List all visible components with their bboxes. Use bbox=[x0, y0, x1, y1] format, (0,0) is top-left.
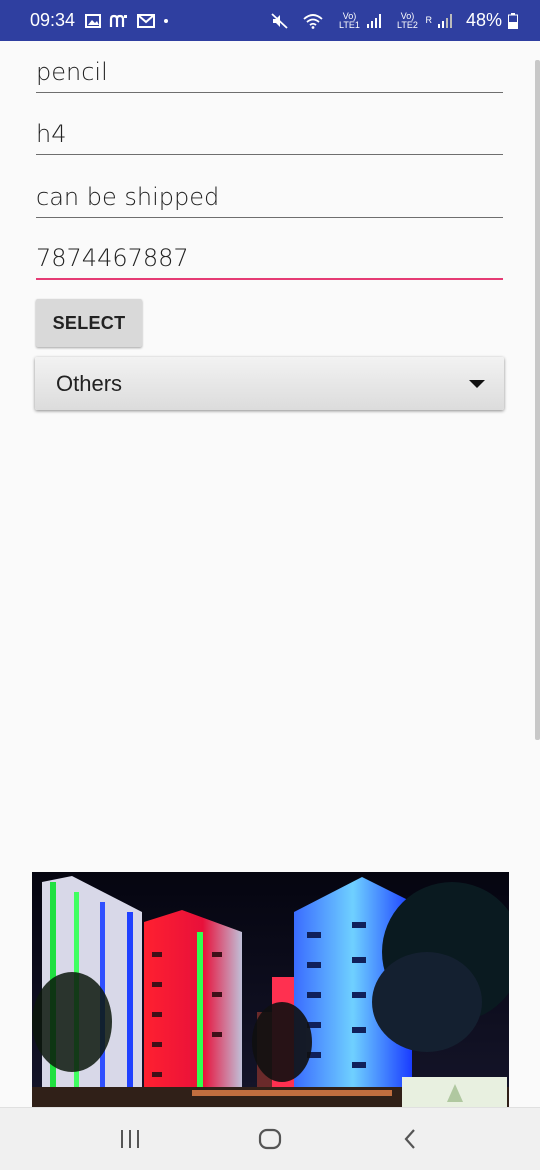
category-dropdown[interactable]: Others bbox=[35, 357, 504, 410]
scrollbar[interactable] bbox=[535, 60, 540, 740]
phone-field[interactable]: 7874467887 bbox=[36, 240, 503, 280]
back-icon[interactable] bbox=[380, 1119, 440, 1159]
item-name-field[interactable]: pencil bbox=[36, 53, 503, 93]
battery-level: 48% bbox=[465, 10, 502, 30]
shipping-field[interactable]: can be shipped bbox=[36, 178, 503, 218]
sim1-label: Vo) LTE1 bbox=[339, 10, 360, 30]
building-photo bbox=[32, 872, 509, 1107]
mute-icon bbox=[271, 12, 289, 29]
roaming-indicator: R bbox=[425, 15, 432, 25]
dot-icon bbox=[163, 18, 169, 24]
battery-icon bbox=[508, 12, 518, 29]
code-field[interactable]: h4 bbox=[36, 115, 503, 155]
status-time: 09:34 bbox=[30, 10, 76, 30]
select-button[interactable]: SELECT bbox=[36, 299, 142, 347]
app-notification-icon bbox=[109, 14, 129, 28]
category-selected-value: Others bbox=[56, 370, 123, 396]
dropdown-arrow-icon bbox=[469, 380, 485, 388]
gmail-icon bbox=[137, 13, 156, 28]
home-icon[interactable] bbox=[240, 1119, 300, 1159]
signal-icon-sim2 bbox=[437, 13, 452, 28]
status-bar: 09:34 Vo) LTE1 Vo) LTE2 R 48% bbox=[0, 0, 540, 41]
recent-apps-icon[interactable] bbox=[100, 1119, 160, 1159]
sim2-label: Vo) LTE2 bbox=[397, 10, 418, 30]
wifi-icon bbox=[303, 13, 324, 29]
status-right-group: Vo) LTE1 Vo) LTE2 R 48% bbox=[271, 10, 526, 31]
navigation-bar bbox=[0, 1107, 540, 1170]
gallery-icon bbox=[85, 13, 102, 28]
signal-icon-sim1 bbox=[367, 13, 382, 28]
